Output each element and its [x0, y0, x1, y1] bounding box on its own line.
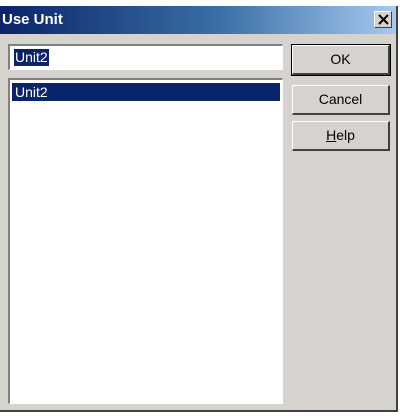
help-label: elp — [336, 127, 355, 143]
list-item-unit2[interactable]: Unit2 — [12, 83, 280, 101]
dialog-title: Use Unit — [2, 11, 63, 28]
close-icon — [378, 14, 389, 25]
cancel-button[interactable]: Cancel — [292, 85, 390, 115]
unit-name-input[interactable]: Unit2 — [8, 44, 283, 70]
help-mnemonic: H — [326, 127, 337, 143]
unit-listbox[interactable]: Unit2 — [8, 78, 283, 404]
close-button[interactable] — [374, 11, 392, 28]
ok-button[interactable]: OK — [291, 44, 391, 76]
title-bar[interactable]: Use Unit — [0, 6, 396, 34]
use-unit-dialog: Use Unit Unit2 Unit2 OK Cancel Help — [0, 6, 398, 412]
help-button[interactable]: Help — [292, 121, 390, 151]
unit-name-value: Unit2 — [14, 49, 49, 66]
